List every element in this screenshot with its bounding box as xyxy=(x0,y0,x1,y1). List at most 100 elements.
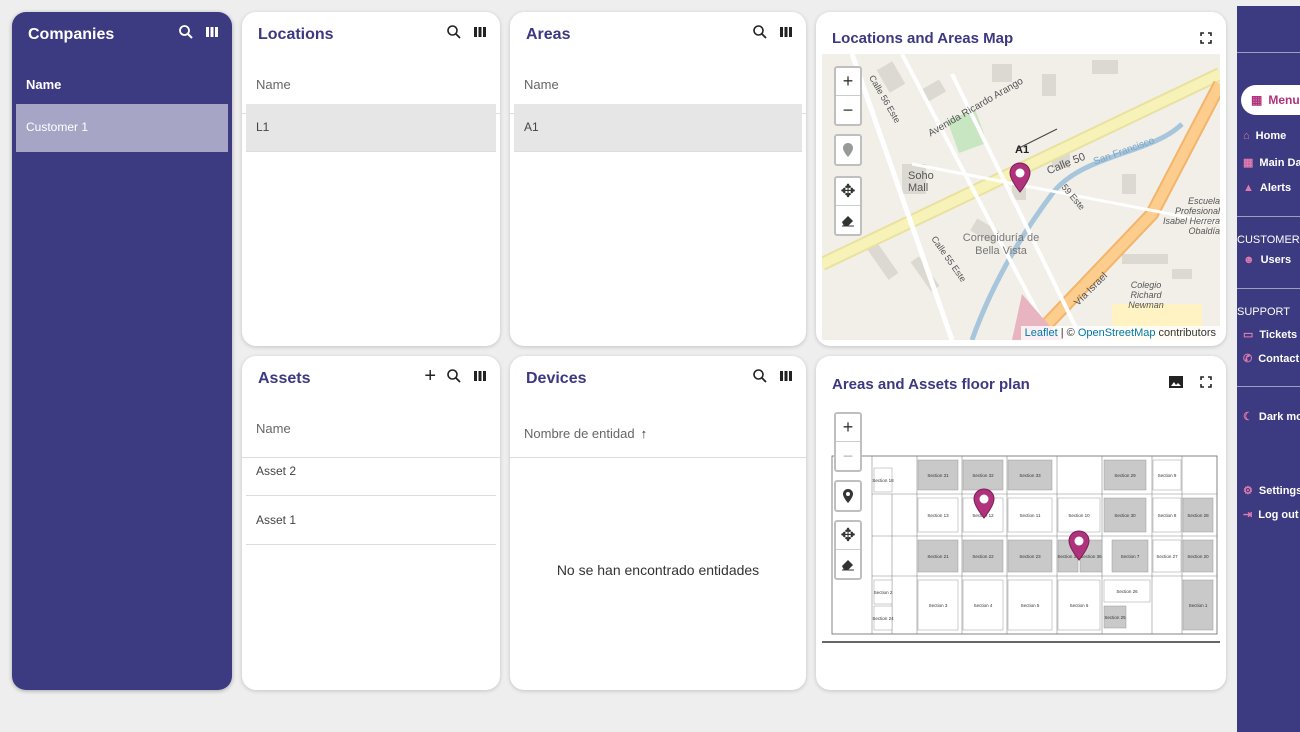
osm-link[interactable]: OpenStreetMap xyxy=(1078,327,1156,339)
image-icon[interactable] xyxy=(1168,374,1184,390)
columns-icon[interactable] xyxy=(472,368,488,384)
zoom-out-button[interactable]: − xyxy=(836,96,860,124)
areas-row[interactable]: A1 xyxy=(514,104,802,152)
move-icon[interactable]: ✥ xyxy=(836,522,860,550)
fullscreen-icon[interactable] xyxy=(1198,374,1214,390)
dark-mode-toggle[interactable]: ☾ Dark mode xyxy=(1243,410,1300,424)
location-pin-icon[interactable] xyxy=(836,482,860,510)
floorplan-marker-icon[interactable] xyxy=(972,488,996,520)
zoom-out-button[interactable]: − xyxy=(836,442,860,470)
location-pin-icon[interactable] xyxy=(836,136,860,164)
nav-tickets-label: Tickets xyxy=(1259,328,1298,341)
nav-users-label: Users xyxy=(1260,254,1292,266)
moon-icon: ☾ xyxy=(1243,411,1253,423)
floor-edit-tools: ✥ xyxy=(834,520,862,580)
fullscreen-icon[interactable] xyxy=(1198,30,1214,46)
devices-col-name: Nombre de entidad xyxy=(524,426,635,441)
search-icon[interactable] xyxy=(752,24,768,40)
floorplan-view[interactable]: Section 31 Section 32 Section 33 Section 29… xyxy=(822,406,1220,646)
map-view[interactable]: Calle 50 Avenida Ricardo Arango San Fran… xyxy=(822,54,1220,340)
locations-panel: Locations Name L1 xyxy=(242,12,500,346)
devices-col-header[interactable]: Nombre de entidad ↑ xyxy=(510,410,806,458)
map-title: Locations and Areas Map xyxy=(832,30,1014,47)
attrib-separator: | © xyxy=(1057,327,1078,339)
floorplan-panel: Areas and Assets floor plan Section 31 Se… xyxy=(816,356,1226,690)
floorplan-marker-icon[interactable] xyxy=(1067,530,1091,562)
dark-mode-label: Dark mode xyxy=(1258,410,1300,423)
menu-label: Menu xyxy=(1268,93,1300,107)
leaflet-link[interactable]: Leaflet xyxy=(1025,327,1058,339)
floor-section-label: Section 8 xyxy=(1158,513,1177,518)
nav-dashboard-label: Main Dashboard xyxy=(1259,156,1300,169)
columns-icon[interactable] xyxy=(472,24,488,40)
zoom-in-button[interactable]: + xyxy=(836,414,860,442)
floor-section-label: Section 33 xyxy=(1019,473,1041,478)
floor-section-label: Section 2 xyxy=(874,590,893,595)
columns-icon[interactable] xyxy=(778,368,794,384)
columns-icon[interactable] xyxy=(204,24,220,40)
map-marker-icon[interactable] xyxy=(1008,162,1032,194)
floor-section-label: Section 3 xyxy=(929,603,948,608)
search-icon[interactable] xyxy=(446,24,462,40)
assets-row[interactable]: Asset 2 xyxy=(246,448,496,496)
columns-icon[interactable] xyxy=(778,24,794,40)
companies-row[interactable]: Customer 1 xyxy=(16,104,228,152)
locations-row[interactable]: L1 xyxy=(246,104,496,152)
floor-section-label: Section 18 xyxy=(872,478,894,483)
nav-users[interactable]: ☻ Users xyxy=(1243,254,1291,266)
logout-icon: ⇥ xyxy=(1243,509,1253,521)
floor-section-label: Section 26 xyxy=(1116,589,1138,594)
add-icon[interactable]: + xyxy=(424,366,436,386)
floor-section-label: Section 29 xyxy=(1114,473,1136,478)
assets-row[interactable]: Asset 1 xyxy=(246,497,496,545)
eraser-icon[interactable] xyxy=(836,550,860,578)
nav-alerts[interactable]: ▲ Alerts xyxy=(1243,182,1291,194)
search-icon[interactable] xyxy=(178,24,194,40)
zoom-in-button[interactable]: + xyxy=(836,68,860,96)
nav-settings[interactable]: ⚙ Settings xyxy=(1243,484,1300,498)
nav-home[interactable]: ⌂ Home xyxy=(1243,130,1286,142)
map-zoom-control: + − xyxy=(834,66,862,126)
map-label-a1: A1 xyxy=(1015,144,1030,156)
floor-section-label: Section 4 xyxy=(974,603,993,608)
floor-section-label: Section 6 xyxy=(1070,603,1089,608)
floor-section-label: Section 13 xyxy=(927,513,949,518)
floor-section-label: Section 22 xyxy=(972,554,994,559)
assets-panel: Assets + Name Asset 2 Asset 1 xyxy=(242,356,500,690)
move-icon[interactable]: ✥ xyxy=(836,178,860,206)
map-marker-tool xyxy=(834,134,862,166)
nav-logout[interactable]: ⇥ Log out xyxy=(1243,508,1299,522)
devices-empty-message: No se han encontrado entidades xyxy=(556,562,760,578)
nav-contact-label: Contact xyxy=(1258,352,1300,365)
devices-panel: Devices Nombre de entidad ↑ No se han en… xyxy=(510,356,806,690)
search-icon[interactable] xyxy=(446,368,462,384)
map-attribution: Leaflet | © OpenStreetMap contributors xyxy=(1020,326,1220,340)
floor-section-label: Section 20 xyxy=(1187,554,1209,559)
search-icon[interactable] xyxy=(752,368,768,384)
nav-tickets[interactable]: ▭ Tickets xyxy=(1243,328,1298,342)
nav-settings-label: Settings xyxy=(1258,484,1300,497)
home-icon: ⌂ xyxy=(1243,130,1250,142)
floorplan-title: Areas and Assets floor plan xyxy=(832,376,1030,393)
eraser-icon[interactable] xyxy=(836,206,860,234)
nav-logout-label: Log out xyxy=(1258,508,1299,521)
nav-contact[interactable]: ✆ Contact xyxy=(1243,352,1300,366)
floor-section-label: Section 9 xyxy=(1158,473,1177,478)
menu-button[interactable]: ▦ Menu xyxy=(1241,85,1300,115)
nav-main-dashboard[interactable]: ▦ Main Dashboard xyxy=(1243,156,1300,170)
floor-zoom-control: + − xyxy=(834,412,862,472)
floor-section-label: Section 11 xyxy=(1020,513,1041,518)
map-label-escuela: Escuela Profesional Isabel Herrera Obald… xyxy=(1162,196,1220,236)
floor-section-label: Section 24 xyxy=(872,616,894,621)
floor-marker-tool xyxy=(834,480,862,512)
areas-title: Areas xyxy=(526,26,571,43)
floor-section-label: Section 25 xyxy=(1104,615,1126,620)
floor-section-label: Section 31 xyxy=(927,473,949,478)
map-edit-tools: ✥ xyxy=(834,176,862,236)
right-sidebar: ▦ Menu ⌂ Home ▦ Main Dashboard ▲ Alerts CUST… xyxy=(1237,6,1300,732)
floor-section-label: Section 1 xyxy=(1189,603,1208,608)
users-icon: ☻ xyxy=(1243,254,1255,266)
gear-icon: ⚙ xyxy=(1243,485,1253,497)
floorplan-drawing: Section 31 Section 32 Section 33 Section 29… xyxy=(822,455,1220,643)
floor-section-label: Section 30 xyxy=(1114,513,1136,518)
